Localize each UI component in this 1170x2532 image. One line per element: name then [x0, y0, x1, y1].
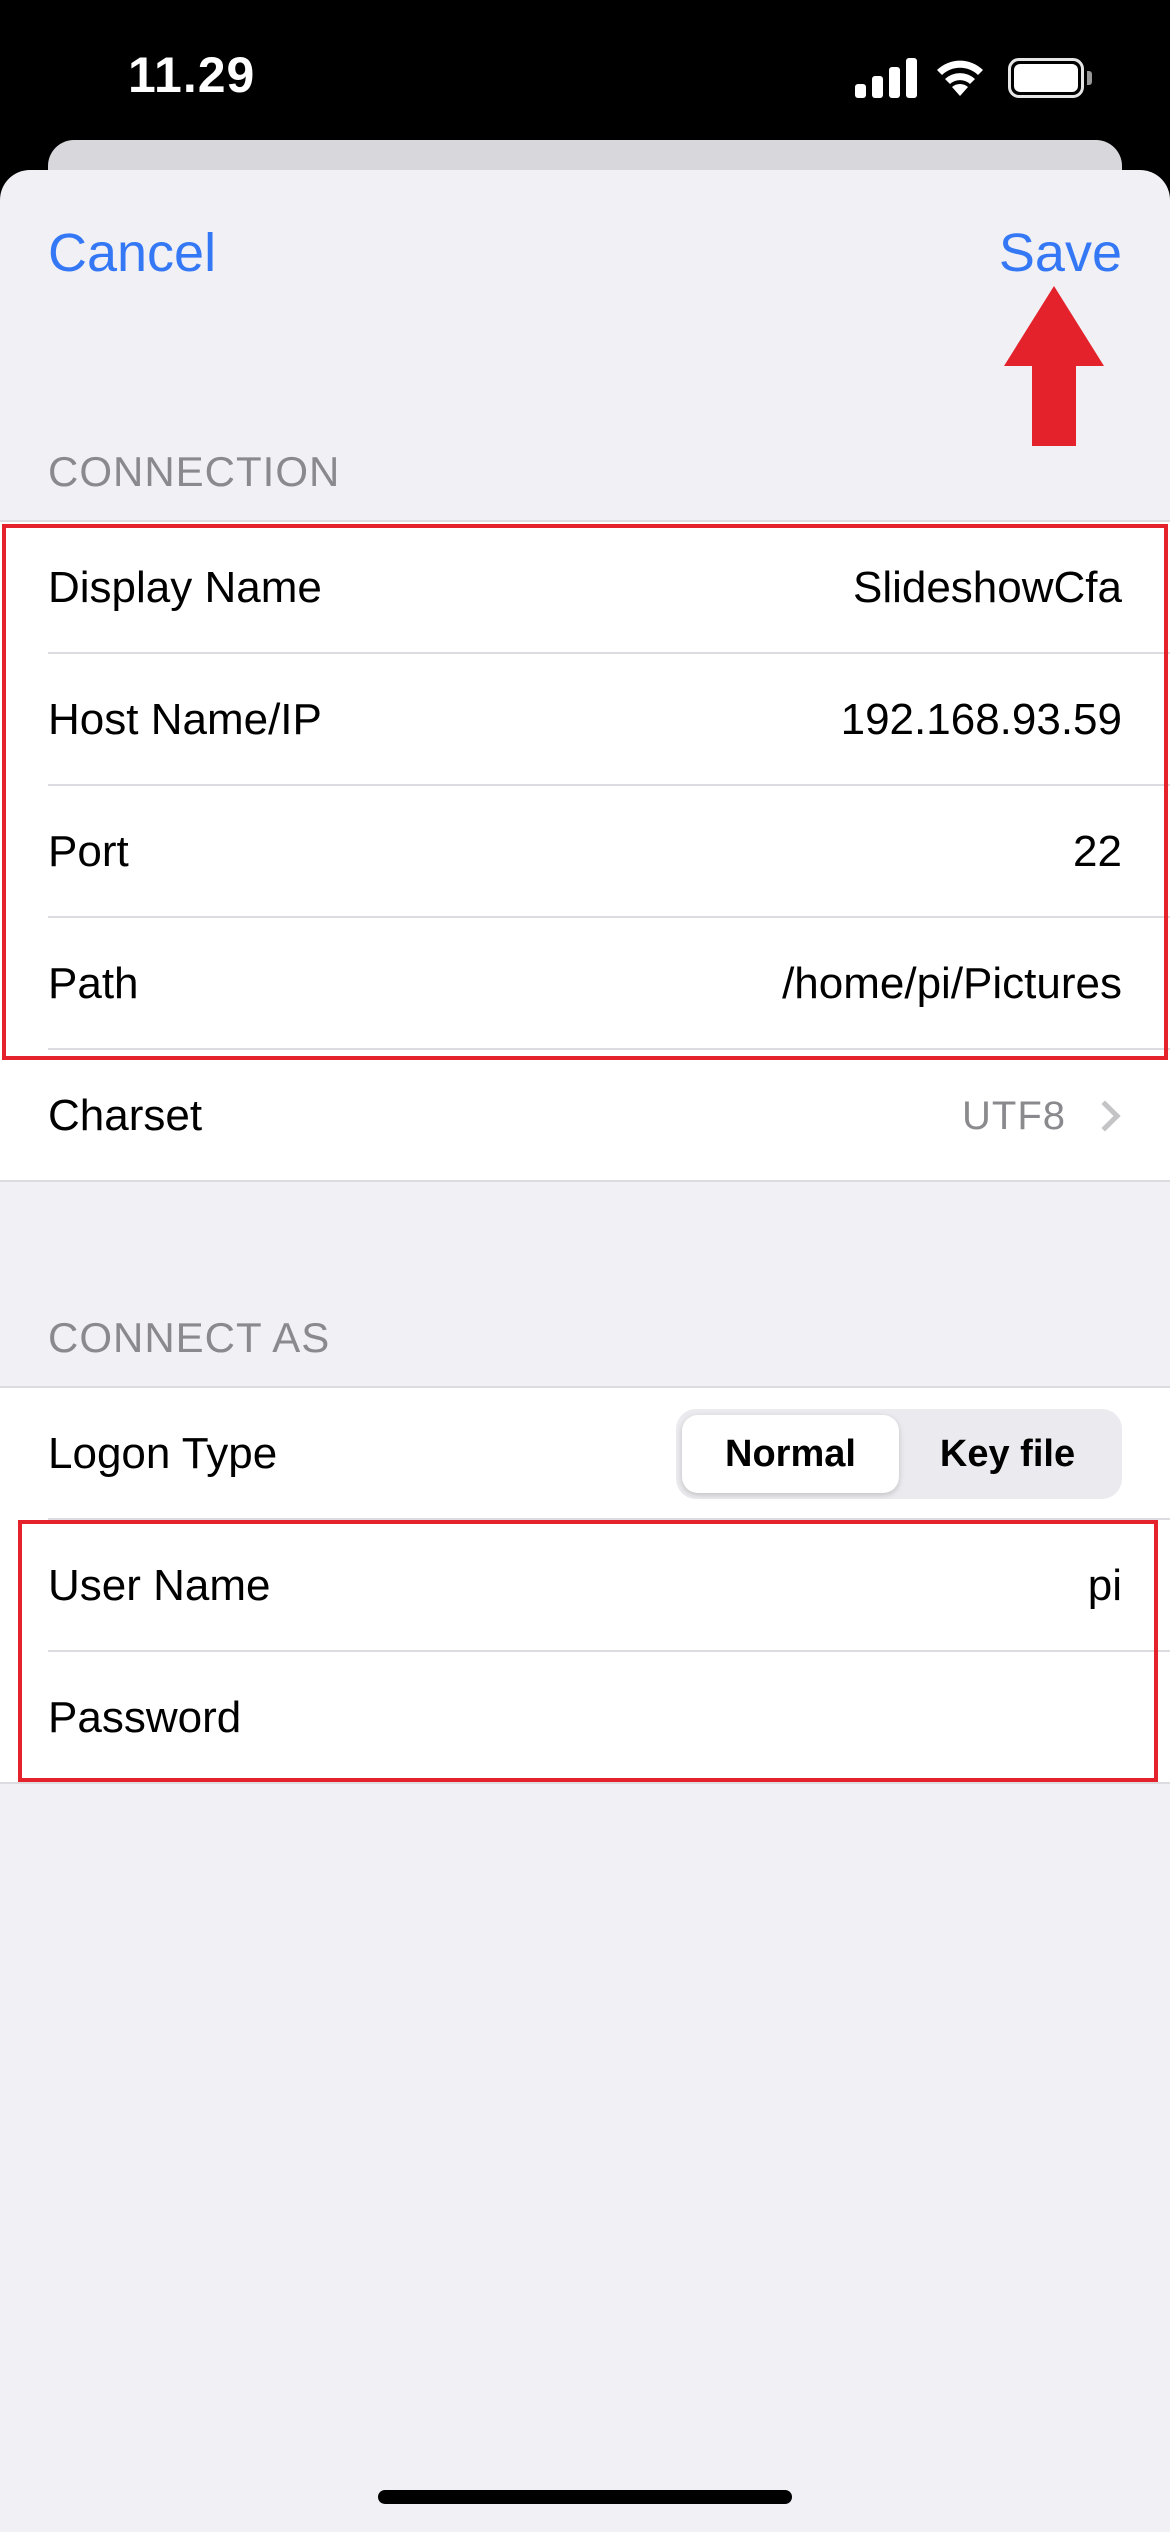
edit-connection-sheet: Cancel Save CONNECTION Display Name Slid…	[0, 170, 1170, 2532]
home-indicator[interactable]	[378, 2490, 792, 2504]
path-label: Path	[48, 959, 139, 1008]
cancel-button[interactable]: Cancel	[48, 222, 216, 284]
host-name-row[interactable]: Host Name/IP 192.168.93.59	[0, 654, 1170, 786]
path-field[interactable]: /home/pi/Pictures	[782, 959, 1122, 1009]
wifi-icon	[937, 60, 983, 96]
password-label: Password	[48, 1693, 242, 1742]
password-row[interactable]: Password	[0, 1652, 1170, 1784]
connection-section-header: CONNECTION	[48, 448, 341, 495]
host-name-field[interactable]: 192.168.93.59	[841, 695, 1122, 745]
host-name-label: Host Name/IP	[48, 695, 322, 744]
save-button[interactable]: Save	[999, 222, 1122, 284]
path-row[interactable]: Path /home/pi/Pictures	[0, 918, 1170, 1050]
connect-as-section-header: CONNECT AS	[48, 1314, 331, 1361]
user-name-field[interactable]: pi	[1088, 1561, 1122, 1611]
logon-type-row: Logon Type Normal Key file	[0, 1388, 1170, 1520]
user-name-label: User Name	[48, 1561, 271, 1610]
segment-key-file[interactable]: Key file	[899, 1415, 1116, 1493]
charset-label: Charset	[48, 1091, 203, 1140]
cellular-signal-icon	[855, 56, 917, 98]
segment-normal[interactable]: Normal	[682, 1415, 899, 1493]
connection-group: Display Name SlideshowCfa Host Name/IP 1…	[0, 522, 1170, 1182]
display-name-row[interactable]: Display Name SlideshowCfa	[0, 522, 1170, 654]
chevron-right-icon	[1089, 1100, 1121, 1132]
logon-type-label: Logon Type	[48, 1429, 278, 1478]
connect-as-group: Logon Type Normal Key file User Name pi …	[0, 1388, 1170, 1784]
display-name-field[interactable]: SlideshowCfa	[853, 563, 1122, 613]
charset-value: UTF8	[962, 1093, 1066, 1138]
annotation-arrow-up-icon	[1004, 286, 1104, 446]
display-name-label: Display Name	[48, 563, 322, 612]
port-row[interactable]: Port 22	[0, 786, 1170, 918]
user-name-row[interactable]: User Name pi	[0, 1520, 1170, 1652]
port-label: Port	[48, 827, 129, 876]
battery-icon	[1008, 58, 1092, 98]
status-bar: 11.29	[0, 0, 1170, 160]
port-field[interactable]: 22	[1073, 827, 1122, 877]
logon-type-segmented-control[interactable]: Normal Key file	[676, 1409, 1122, 1499]
charset-row[interactable]: Charset UTF8	[0, 1050, 1170, 1182]
status-time: 11.29	[128, 47, 256, 103]
